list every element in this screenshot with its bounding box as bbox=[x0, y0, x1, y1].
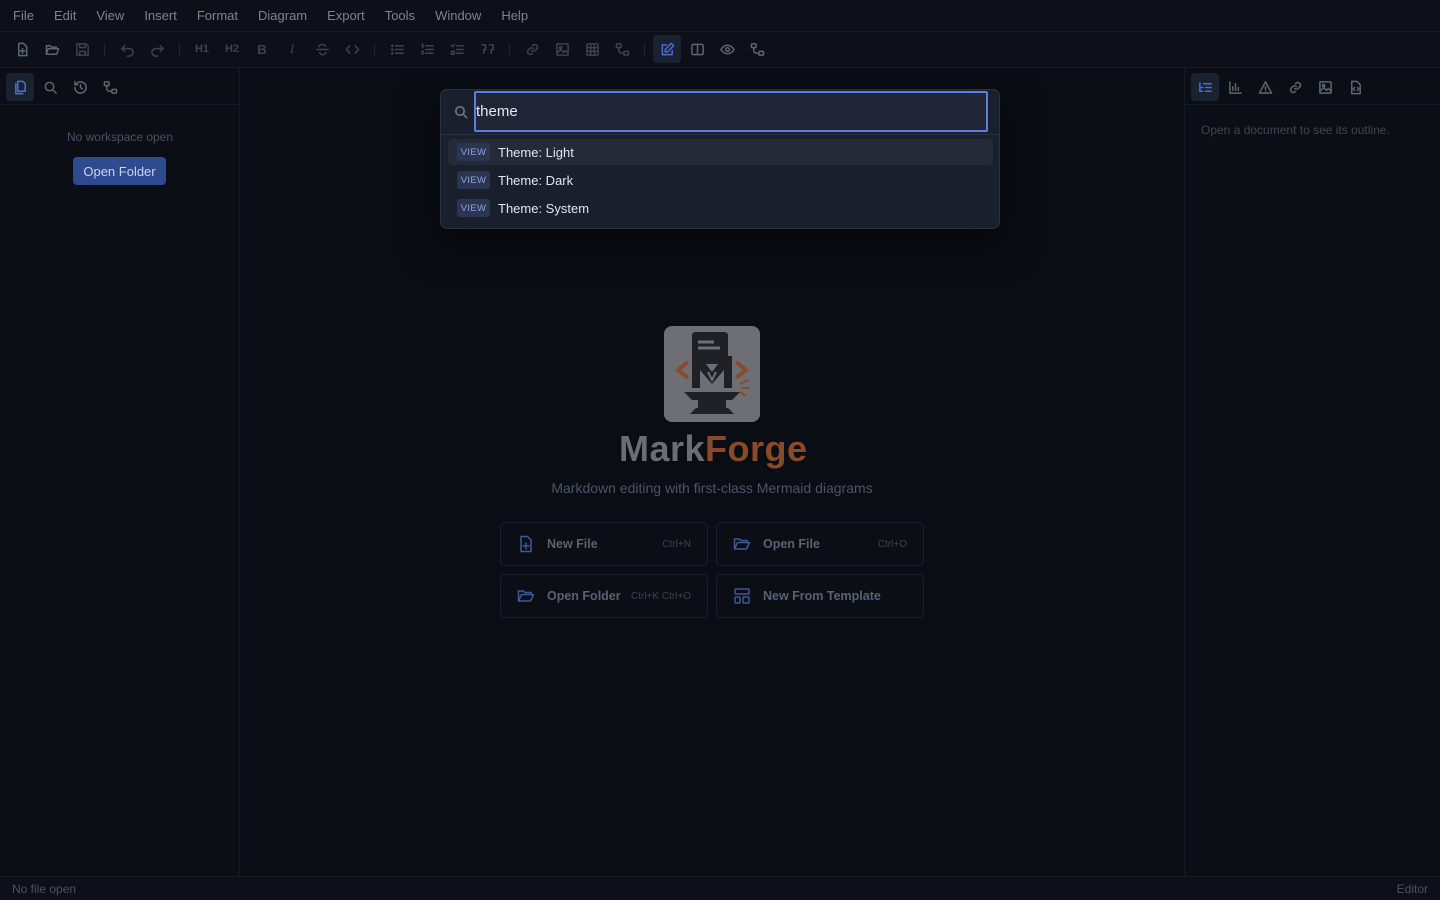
palette-item-theme-system[interactable]: VIEW Theme: System bbox=[448, 195, 993, 221]
status-file: No file open bbox=[12, 882, 77, 896]
document-info-tab-icon[interactable] bbox=[1341, 73, 1369, 101]
bold-button[interactable]: B bbox=[248, 35, 276, 63]
palette-item-theme-dark[interactable]: VIEW Theme: Dark bbox=[448, 167, 993, 193]
menu-help[interactable]: Help bbox=[494, 0, 535, 32]
menu-diagram[interactable]: Diagram bbox=[251, 0, 314, 32]
numbered-list-icon[interactable] bbox=[413, 35, 441, 63]
no-workspace-text: No workspace open bbox=[66, 130, 174, 144]
palette-item-label: Theme: System bbox=[498, 200, 590, 216]
template-icon bbox=[734, 588, 750, 604]
split-view-icon[interactable] bbox=[683, 35, 711, 63]
new-file-card[interactable]: New File Ctrl+N bbox=[500, 522, 708, 566]
code-icon[interactable] bbox=[338, 35, 366, 63]
bullet-list-icon[interactable] bbox=[383, 35, 411, 63]
image-icon[interactable] bbox=[548, 35, 576, 63]
history-tab-icon[interactable] bbox=[66, 73, 94, 101]
images-tab-icon[interactable] bbox=[1311, 73, 1339, 101]
right-sidebar: Open a document to see its outline. bbox=[1184, 68, 1440, 876]
palette-item-label: Theme: Dark bbox=[498, 172, 574, 188]
warnings-tab-icon[interactable] bbox=[1251, 73, 1279, 101]
heading1-button[interactable]: H1 bbox=[188, 35, 216, 63]
folder-icon bbox=[517, 590, 535, 602]
menu-insert[interactable]: Insert bbox=[137, 0, 184, 32]
diagram-view-icon[interactable] bbox=[743, 35, 771, 63]
files-tab-icon[interactable] bbox=[6, 73, 34, 101]
heading2-button[interactable]: H2 bbox=[218, 35, 246, 63]
new-from-template-card[interactable]: New From Template bbox=[716, 574, 924, 618]
new-file-shortcut: Ctrl+N bbox=[662, 539, 691, 550]
new-from-template-label: New From Template bbox=[763, 589, 881, 603]
diagram-icon[interactable] bbox=[608, 35, 636, 63]
outline-hint: Open a document to see its outline. bbox=[1201, 123, 1390, 137]
category-badge: VIEW bbox=[457, 171, 490, 189]
menu-format[interactable]: Format bbox=[190, 0, 245, 32]
heading1-label: H1 bbox=[194, 43, 210, 55]
redo-icon[interactable] bbox=[143, 35, 171, 63]
folder-open-icon bbox=[733, 538, 751, 550]
search-icon bbox=[454, 105, 468, 119]
category-badge: VIEW bbox=[457, 199, 490, 217]
open-folder-label: Open Folder bbox=[547, 589, 621, 603]
brand-mark-text: Mark bbox=[619, 428, 706, 469]
italic-label: I bbox=[289, 41, 295, 56]
strikethrough-icon[interactable] bbox=[308, 35, 336, 63]
search-tab-icon[interactable] bbox=[36, 73, 64, 101]
new-file-label: New File bbox=[547, 537, 598, 551]
links-tab-icon[interactable] bbox=[1281, 73, 1309, 101]
command-search-input[interactable] bbox=[474, 91, 988, 132]
tagline: Markdown editing with first-class Mermai… bbox=[551, 480, 873, 496]
table-icon[interactable] bbox=[578, 35, 606, 63]
undo-icon[interactable] bbox=[113, 35, 141, 63]
quote-icon[interactable] bbox=[473, 35, 501, 63]
category-badge: VIEW bbox=[457, 143, 490, 161]
file-plus-icon bbox=[520, 535, 532, 553]
edit-mode-icon[interactable] bbox=[653, 35, 681, 63]
link-icon[interactable] bbox=[518, 35, 546, 63]
menu-file[interactable]: File bbox=[6, 0, 41, 32]
status-bar: No file open Editor bbox=[0, 876, 1440, 900]
brand-forge-text: Forge bbox=[705, 428, 808, 469]
preview-icon[interactable] bbox=[713, 35, 741, 63]
palette-item-label: Theme: Light bbox=[498, 144, 574, 160]
palette-divider bbox=[441, 134, 999, 135]
diagrams-tab-icon[interactable] bbox=[96, 73, 124, 101]
open-file-shortcut: Ctrl+O bbox=[877, 539, 907, 550]
sidebar-open-folder-button[interactable]: Open Folder bbox=[73, 157, 166, 185]
stats-tab-icon[interactable] bbox=[1221, 73, 1249, 101]
menu-window[interactable]: Window bbox=[428, 0, 488, 32]
outline-tab-icon[interactable] bbox=[1191, 73, 1219, 101]
palette-item-theme-light[interactable]: VIEW Theme: Light bbox=[448, 139, 993, 165]
command-palette: VIEW Theme: Light VIEW Theme: Dark VIEW … bbox=[440, 89, 1000, 229]
open-folder-shortcut: Ctrl+K Ctrl+O bbox=[630, 591, 691, 602]
markforge-logo bbox=[664, 326, 760, 422]
save-icon[interactable] bbox=[68, 35, 96, 63]
left-sidebar-tabs bbox=[0, 68, 239, 105]
left-sidebar: No workspace open Open Folder bbox=[0, 68, 240, 876]
toolbar: H1 H2 B I bbox=[0, 32, 1440, 68]
menu-bar: File Edit View Insert Format Diagram Exp… bbox=[0, 0, 1440, 32]
heading2-label: H2 bbox=[224, 43, 240, 55]
menu-tools[interactable]: Tools bbox=[378, 0, 422, 32]
status-mode: Editor bbox=[1396, 882, 1428, 896]
menu-edit[interactable]: Edit bbox=[47, 0, 83, 32]
right-sidebar-tabs bbox=[1185, 68, 1440, 105]
bold-label: B bbox=[257, 41, 267, 57]
new-file-icon[interactable] bbox=[8, 35, 36, 63]
italic-button[interactable]: I bbox=[278, 35, 306, 63]
task-list-icon[interactable] bbox=[443, 35, 471, 63]
menu-export[interactable]: Export bbox=[320, 0, 372, 32]
menu-view[interactable]: View bbox=[89, 0, 131, 32]
open-file-icon[interactable] bbox=[38, 35, 66, 63]
brand-name: MarkForge bbox=[619, 428, 808, 470]
open-file-card[interactable]: Open File Ctrl+O bbox=[716, 522, 924, 566]
open-folder-card[interactable]: Open Folder Ctrl+K Ctrl+O bbox=[500, 574, 708, 618]
open-file-label: Open File bbox=[763, 537, 820, 551]
